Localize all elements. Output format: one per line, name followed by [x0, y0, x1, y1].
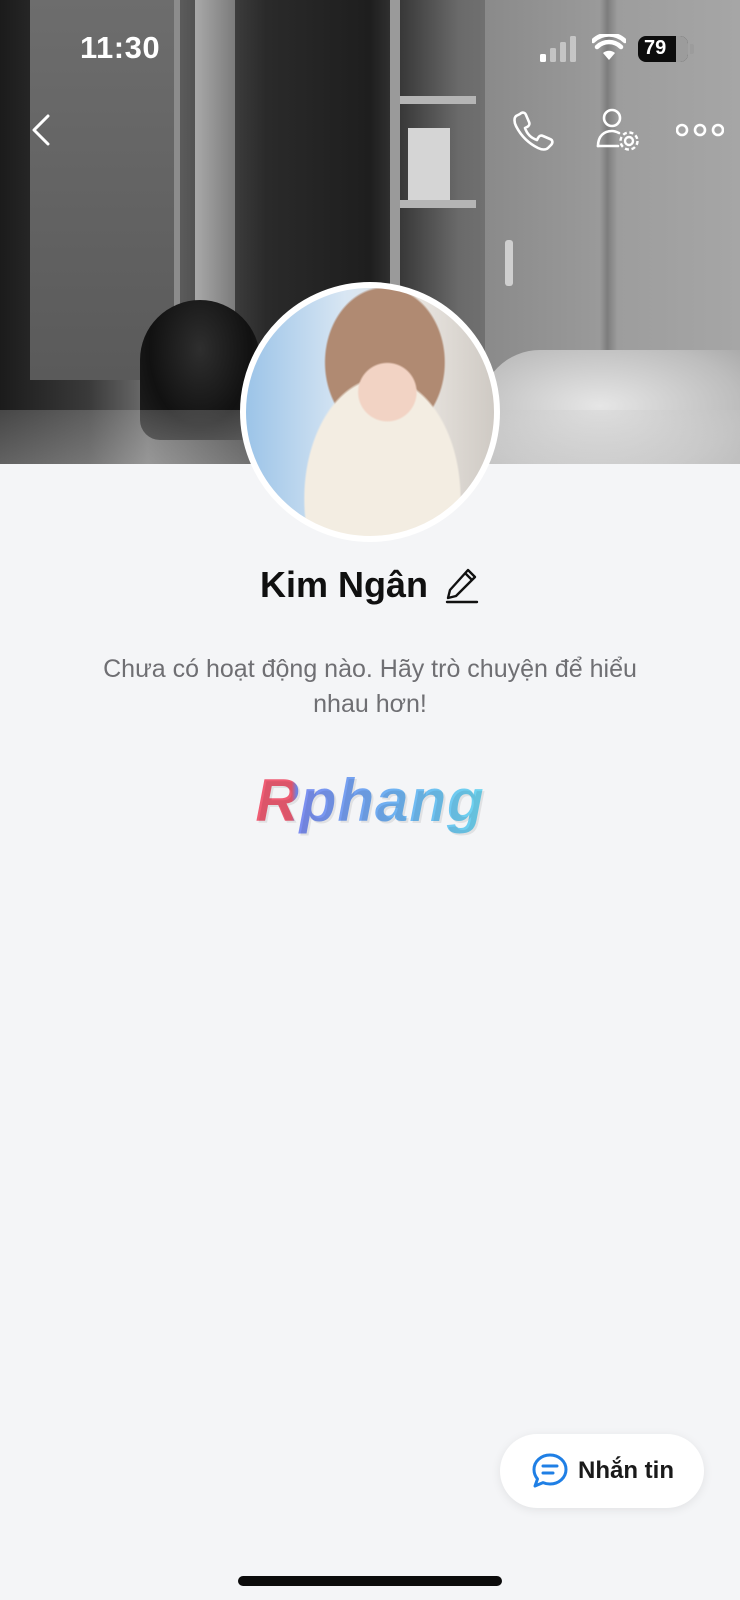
- status-time: 11:30: [80, 30, 161, 65]
- battery-level: 79: [644, 37, 667, 59]
- cellular-signal-icon: [540, 36, 576, 62]
- profile-bio: Chưa có hoạt động nào. Hãy trò chuyện để…: [103, 655, 637, 718]
- wifi-icon: [592, 34, 626, 60]
- chat-bubble-icon: [532, 1453, 568, 1488]
- watermark-logo: Rphang: [0, 766, 740, 835]
- chevron-left-icon[interactable]: [24, 110, 60, 150]
- more-horizontal-icon[interactable]: [676, 116, 724, 144]
- profile-name: Kim Ngân: [259, 564, 428, 605]
- watermark-text: Rphang: [255, 767, 485, 834]
- message-button-label: Nhắn tin: [578, 1457, 674, 1484]
- battery-tip: [690, 44, 694, 54]
- message-button[interactable]: Nhắn tin: [500, 1434, 704, 1508]
- cover-handle: [505, 240, 513, 286]
- user-settings-icon[interactable]: [594, 106, 640, 154]
- pencil-icon[interactable]: [444, 566, 480, 604]
- phone-icon[interactable]: [510, 108, 556, 154]
- battery-indicator: 79: [638, 36, 688, 62]
- profile-name-row: Kim Ngân: [0, 562, 740, 608]
- home-indicator: [238, 1576, 502, 1586]
- cover-shelf: [390, 0, 480, 330]
- avatar[interactable]: [240, 282, 500, 542]
